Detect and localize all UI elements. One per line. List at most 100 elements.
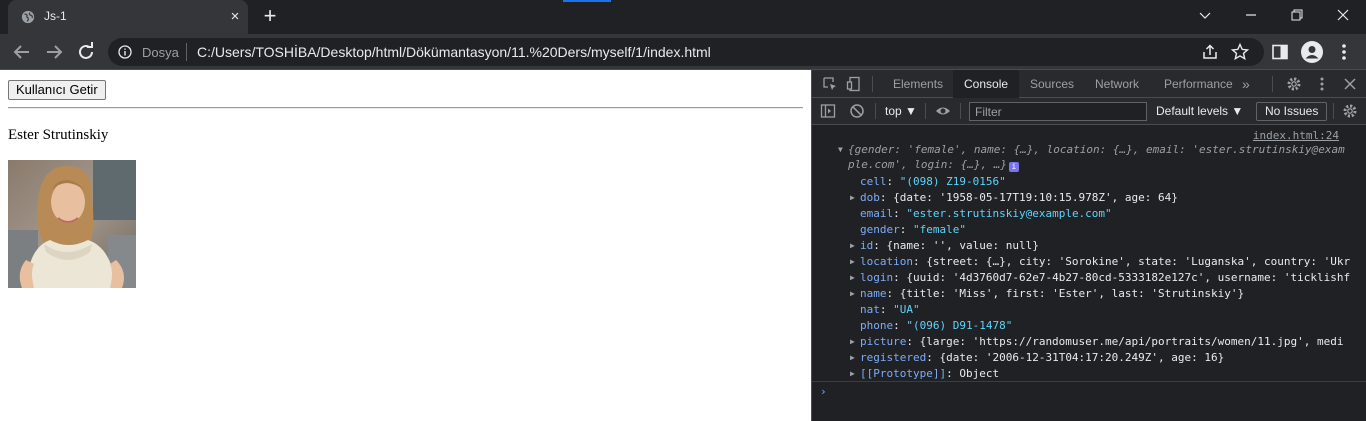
property-row-11[interactable]: registered: {date: '2006-12-31T04:17:20.…: [860, 350, 1224, 366]
property-separator: :: [912, 255, 927, 268]
object-summary-line-1[interactable]: {gender: 'female', name: {…}, location: …: [848, 142, 1345, 158]
expand-caret-icon[interactable]: ▶: [850, 238, 855, 254]
close-devtools-icon[interactable]: [1342, 76, 1358, 92]
object-summary-text: {gender: 'female', name: {…}, location: …: [848, 143, 1345, 156]
forward-icon[interactable]: [42, 40, 66, 64]
source-link[interactable]: index.html:24: [1253, 129, 1339, 142]
gear-icon[interactable]: [1342, 103, 1358, 119]
property-row-8[interactable]: nat: "UA": [860, 302, 920, 318]
object-summary-line-2[interactable]: ple.com', login: {…}, …} i: [848, 157, 1019, 173]
property-key: registered: [860, 351, 927, 364]
property-row-0[interactable]: cell: "(098) Z19-0156": [860, 174, 1006, 190]
property-key: name: [860, 287, 887, 300]
object-summary-text: ple.com', login: {…}, …}: [848, 158, 1007, 171]
back-icon[interactable]: [10, 40, 34, 64]
restore-icon[interactable]: [1274, 0, 1320, 30]
property-row-2[interactable]: email: "ester.strutinskiy@example.com": [860, 206, 1112, 222]
toolbar-divider: [1333, 103, 1334, 119]
inspect-icon[interactable]: [822, 76, 838, 92]
close-window-icon[interactable]: [1320, 0, 1366, 30]
plus-icon[interactable]: +: [260, 5, 280, 27]
property-key: gender: [860, 223, 900, 236]
more-tabs-button[interactable]: »: [1242, 70, 1250, 98]
tab-elements[interactable]: Elements: [882, 70, 954, 98]
horizontal-rule: [8, 107, 803, 109]
dock-menu-icon[interactable]: [1314, 76, 1330, 92]
property-key: login: [860, 271, 894, 284]
tabbar-divider: [1272, 76, 1273, 92]
property-value: "female": [913, 223, 966, 236]
property-separator: :: [893, 207, 907, 220]
property-value: "(098) Z19-0156": [899, 175, 1006, 188]
reload-icon[interactable]: [74, 40, 98, 64]
filter-input[interactable]: [969, 102, 1147, 121]
gear-icon[interactable]: [1286, 76, 1302, 92]
property-row-5[interactable]: location: {street: {…}, city: 'Sorokine'…: [860, 254, 1350, 270]
property-value: {title: 'Miss', first: 'Ester', last: 'S…: [899, 287, 1245, 300]
expand-caret-icon[interactable]: ▶: [850, 190, 855, 206]
property-separator: :: [879, 191, 894, 204]
sidebar-icon[interactable]: [1270, 42, 1290, 62]
minimize-icon[interactable]: [1228, 0, 1274, 30]
expanded-caret-icon[interactable]: ▼: [838, 142, 843, 158]
info-icon[interactable]: [118, 45, 132, 59]
tab-sources[interactable]: Sources: [1019, 70, 1085, 98]
get-user-button[interactable]: Kullanıcı Getir: [8, 80, 106, 100]
property-key: id: [860, 239, 874, 252]
menu-icon[interactable]: [1336, 42, 1352, 62]
eye-icon[interactable]: [935, 103, 951, 119]
expand-caret-icon[interactable]: ▶: [850, 350, 855, 366]
profile-icon[interactable]: [1301, 41, 1323, 63]
expand-caret-icon[interactable]: ▶: [850, 254, 855, 270]
property-row-7[interactable]: name: {title: 'Miss', first: 'Ester', la…: [860, 286, 1244, 302]
tab-performance[interactable]: Performance: [1153, 70, 1244, 98]
tab-search-indicator: [563, 0, 611, 2]
expand-caret-icon[interactable]: ▶: [850, 270, 855, 286]
property-value: {uuid: '4d3760d7-62e7-4b27-80cd-5333182e…: [906, 271, 1351, 284]
info-badge-icon[interactable]: i: [1008, 162, 1019, 172]
tab-network[interactable]: Network: [1084, 70, 1150, 98]
property-key: phone: [860, 319, 894, 332]
sidebar-toggle-icon[interactable]: [820, 103, 836, 119]
property-value: "ester.strutinskiy@example.com": [906, 207, 1112, 220]
prompt-divider: [812, 381, 1366, 382]
expand-caret-icon[interactable]: ▶: [850, 334, 855, 350]
tab-console[interactable]: Console: [953, 70, 1020, 98]
property-row-3[interactable]: gender: "female": [860, 222, 966, 238]
property-key: [[Prototype]]: [860, 367, 947, 380]
property-row-4[interactable]: id: {name: '', value: null}: [860, 238, 1039, 254]
url-text[interactable]: C:/Users/TOSHİBA/Desktop/html/Dökümantas…: [197, 44, 711, 60]
property-row-9[interactable]: phone: "(096) D91-1478": [860, 318, 1012, 334]
log-levels-select[interactable]: Default levels ▼: [1156, 104, 1243, 118]
user-photo: [8, 160, 136, 288]
property-separator: :: [893, 271, 907, 284]
share-icon[interactable]: [1200, 42, 1220, 62]
property-row-1[interactable]: dob: {date: '1958-05-17T19:10:15.978Z', …: [860, 190, 1178, 206]
issues-button[interactable]: No Issues: [1256, 102, 1328, 121]
star-icon[interactable]: [1230, 42, 1250, 62]
property-separator: :: [926, 351, 940, 364]
console-prompt[interactable]: ›: [820, 385, 827, 398]
device-icon[interactable]: [846, 76, 862, 92]
globe-icon: [21, 10, 35, 24]
expand-caret-icon[interactable]: ▶: [850, 286, 855, 302]
property-row-10[interactable]: picture: {large: 'https://randomuser.me/…: [860, 334, 1343, 350]
property-row-6[interactable]: login: {uuid: '4d3760d7-62e7-4b27-80cd-5…: [860, 270, 1350, 286]
property-value: "(096) D91-1478": [906, 319, 1013, 332]
browser-tab[interactable]: Js-1 ×: [8, 0, 248, 34]
property-value: Object: [959, 367, 1000, 380]
chevron-down-icon[interactable]: [1182, 0, 1228, 30]
property-row-12[interactable]: [[Prototype]]: Object: [860, 366, 999, 382]
property-value: {date: '2006-12-31T04:17:20.249Z', age: …: [939, 351, 1225, 364]
close-icon[interactable]: ×: [227, 9, 243, 25]
property-key: location: [860, 255, 913, 268]
property-separator: :: [879, 303, 894, 316]
toolbar-divider: [875, 103, 876, 119]
clear-console-icon[interactable]: [849, 103, 865, 119]
context-select[interactable]: top ▼: [885, 104, 917, 118]
console-output: index.html:24 ▼ {gender: 'female', name:…: [812, 125, 1366, 421]
toolbar-divider: [925, 103, 926, 119]
property-key: cell: [860, 175, 887, 188]
property-separator: :: [906, 335, 920, 348]
expand-caret-icon[interactable]: ▶: [850, 366, 855, 382]
